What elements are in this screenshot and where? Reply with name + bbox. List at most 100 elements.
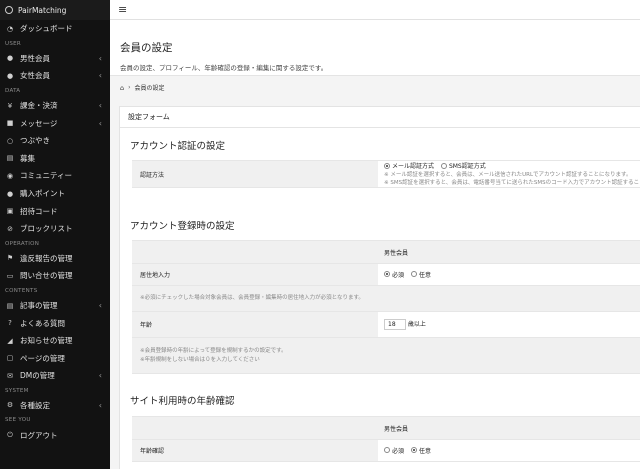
sidebar-item-label: お知らせの管理: [20, 336, 73, 346]
radio-residence-required[interactable]: 必須: [384, 270, 404, 279]
sidebar-item[interactable]: ▢ ページの管理: [0, 350, 110, 368]
sidebar-item[interactable]: ● 男性会員 ‹: [0, 50, 110, 68]
residence-label: 居住地入力: [132, 264, 378, 285]
question-icon: ?: [8, 319, 12, 328]
sidebar-item-label: メッセージ: [20, 118, 58, 128]
radio-age-verify-optional[interactable]: 任意: [410, 446, 431, 455]
radio-dot: [440, 162, 447, 169]
sidebar-item[interactable]: ▤ 記事の管理 ‹: [0, 297, 110, 315]
sidebar-item[interactable]: ▭ 問い合せの管理: [0, 267, 110, 285]
ban-icon: ⊘: [7, 224, 13, 233]
sidebar-item-label: 課金・決済: [20, 101, 58, 111]
sidebar-item[interactable]: ⏻ ログアウト: [0, 426, 110, 444]
radio-age-verify-required[interactable]: 必須: [384, 446, 404, 455]
auth-hint-sms: ※ SMS認証を選択すると、会員は、電話番号当てに送られたSMSのコード入力でア…: [384, 179, 640, 186]
sidebar-item[interactable]: ⚑ 違反報告の管理: [0, 250, 110, 268]
residence-note-row: ※必須にチェックした場合対象会員は、会員登録・編集時の居住地入力が必須となります…: [132, 286, 640, 312]
power-icon: ⏻: [7, 430, 13, 439]
age-verification-table: 男性会員 年齢確認 必須 任意: [132, 416, 640, 462]
chat-icon: ■: [6, 119, 14, 128]
sidebar-item-label: 招待コード: [20, 206, 58, 216]
settings-form-card: 設定フォーム アカウント認証の設定 認証方法 メール認証方式 SMS認証方式 ※…: [119, 106, 640, 469]
flag-icon: ⚑: [6, 254, 14, 263]
page-title: 会員の設定: [120, 42, 173, 54]
logo-icon: [5, 6, 13, 14]
sidebar-item-label: つぶやき: [20, 136, 50, 146]
section-registration-title: アカウント登録時の設定: [130, 221, 235, 232]
sidebar-item[interactable]: ○ つぶやき: [0, 132, 110, 150]
page-icon: ▢: [6, 354, 14, 363]
sidebar-item-label: 男性会員: [20, 53, 50, 63]
sidebar-section-heading: SYSTEM: [5, 387, 29, 394]
page-description: 会員の設定、プロフィール、年齢確認の登録・編集に関する設定です。: [120, 64, 328, 72]
sidebar-item-label: ログアウト: [20, 430, 58, 440]
note-text: ※必須にチェックした場合対象会員は、会員登録・編集時の居住地入力が必須となります…: [140, 295, 364, 301]
age-suffix: 歳以上: [407, 321, 426, 328]
sidebar-item[interactable]: ? よくある質問: [0, 314, 110, 332]
yen-icon: ¥: [7, 101, 13, 110]
radio-email-auth[interactable]: メール認証方式: [384, 161, 434, 170]
radio-sms-auth[interactable]: SMS認証方式: [440, 161, 486, 170]
sidebar-item[interactable]: ✉ DMの管理 ‹: [0, 367, 110, 385]
clipboard-icon: ▤: [6, 154, 14, 163]
sidebar-item-label: コミュニティー: [20, 171, 73, 181]
breadcrumb-separator: ›: [128, 84, 131, 91]
sidebar: PairMatching ◔ ダッシュボード USER ● 男性会員 ‹ ● 女性会員 ‹ DAT…: [0, 0, 110, 469]
radio-dot: [410, 271, 417, 278]
sidebar-item[interactable]: ◔ ダッシュボード: [0, 20, 110, 38]
age-verification-header-row: 男性会員: [132, 417, 640, 440]
auth-hint-email: ※ メール認証を選択すると、会員は、メール送信されたURLでアカウント認証するこ…: [384, 171, 632, 178]
radio-label: 任意: [418, 271, 431, 279]
note-text: ※会員登録時の年齢によって登録を規制するかの設定です。: [140, 347, 287, 354]
sidebar-item[interactable]: ▤ 募集: [0, 150, 110, 168]
sidebar-item[interactable]: ▣ 招待コード: [0, 202, 110, 220]
sidebar-item[interactable]: ⚙ 各種設定 ‹: [0, 397, 110, 415]
megaphone-icon: ◢: [7, 336, 13, 345]
section-age-verification-title: サイト利用時の年齢確認: [130, 396, 235, 407]
sidebar-item-label: よくある質問: [20, 318, 65, 328]
doc-icon: ▣: [6, 207, 14, 216]
sidebar-nav: ◔ ダッシュボード USER ● 男性会員 ‹ ● 女性会員 ‹ DATA ¥ 課金・決済 ‹ ■ メッセー…: [0, 20, 110, 444]
chevron-left-icon: ‹: [98, 71, 102, 81]
sidebar-item-label: ページの管理: [20, 353, 65, 363]
radio-label: 必須: [392, 271, 405, 279]
radio-residence-optional[interactable]: 任意: [410, 270, 431, 279]
header-empty-cell: [132, 241, 378, 263]
auth-method-value: メール認証方式 SMS認証方式 ※ メール認証を選択すると、会員は、メール送信さ…: [378, 161, 640, 187]
sidebar-item[interactable]: ¥ 課金・決済 ‹: [0, 97, 110, 115]
radio-label: メール認証方式: [392, 163, 435, 171]
bubble-icon: ○: [6, 136, 14, 145]
age-input[interactable]: 18: [384, 319, 406, 330]
sidebar-item[interactable]: ● 購入ポイント: [0, 185, 110, 203]
auth-method-label: 認証方法: [132, 161, 378, 187]
residence-row: 居住地入力 必須 任意: [132, 264, 640, 286]
inbox-icon: ▭: [6, 271, 14, 280]
registration-header-row: 男性会員: [132, 241, 640, 264]
sidebar-section-heading: DATA: [5, 87, 21, 94]
brand[interactable]: PairMatching: [0, 0, 110, 20]
sidebar-item[interactable]: ◢ お知らせの管理: [0, 332, 110, 350]
group-icon: ◉: [6, 171, 14, 180]
sidebar-item[interactable]: ◉ コミュニティー: [0, 167, 110, 185]
radio-dot: [410, 447, 417, 454]
home-icon[interactable]: ⌂: [120, 84, 124, 92]
age-verification-value: 必須 任意: [378, 440, 640, 461]
sidebar-item[interactable]: ● 女性会員 ‹: [0, 67, 110, 85]
radio-dot: [384, 447, 390, 454]
residence-note: ※必須にチェックした場合対象会員は、会員登録・編集時の居住地入力が必須となります…: [132, 286, 364, 311]
hamburger-icon[interactable]: ≡: [118, 3, 127, 16]
registration-table: 男性会員 居住地入力 必須 任意 ※必須にチェックした場合対象会員は、会員登録・…: [132, 240, 640, 374]
age-verification-row: 年齢確認 必須 任意: [132, 440, 640, 462]
sidebar-item-label: ダッシュボード: [20, 24, 73, 34]
age-note-row: ※会員登録時の年齢によって登録を規制するかの設定です。 ※年齢規制をしない場合は…: [132, 338, 640, 374]
chevron-left-icon: ‹: [98, 371, 102, 381]
sidebar-item-label: 女性会員: [20, 71, 50, 81]
age-value: 18 歳以上: [378, 312, 640, 337]
sidebar-item[interactable]: ■ メッセージ ‹: [0, 114, 110, 132]
col-header-male: 男性会員: [378, 241, 640, 263]
col-header-male: 男性会員: [378, 417, 640, 439]
sidebar-item[interactable]: ⊘ ブロックリスト: [0, 220, 110, 238]
sidebar-item-label: 違反報告の管理: [20, 253, 73, 263]
sidebar-item-label: DMの管理: [20, 371, 55, 381]
account-auth-table: 認証方法 メール認証方式 SMS認証方式 ※ メール認証を選択すると、会員は、メ…: [132, 160, 640, 188]
